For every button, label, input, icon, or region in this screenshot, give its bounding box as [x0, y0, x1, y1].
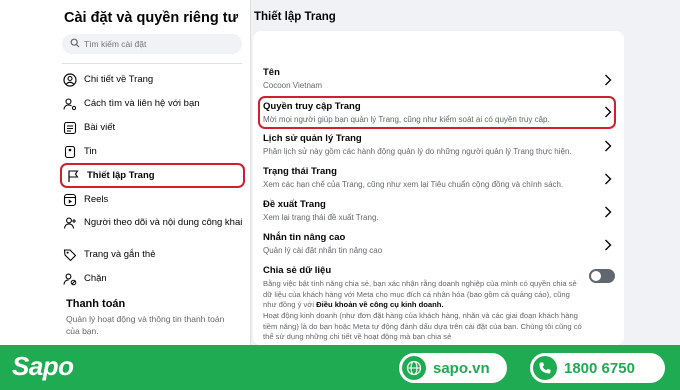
- payments-heading: Thanh toán: [66, 298, 126, 310]
- sidebar-item-label: Cách tìm và liên hệ với bạn: [84, 98, 200, 109]
- setting-title: Nhắn tin nâng cao: [263, 232, 346, 243]
- chevron-right-icon: [604, 172, 612, 190]
- setting-title: Quyền truy cập Trang: [263, 101, 361, 112]
- sidebar-item-page-setup[interactable]: Thiết lập Trang: [60, 163, 245, 188]
- data-sharing-toggle[interactable]: [589, 269, 615, 283]
- posts-icon: [62, 120, 78, 136]
- sidebar-item-followers[interactable]: Người theo dõi và nội dung công khai: [62, 215, 245, 231]
- setting-row-page-recommendation[interactable]: Đề xuất Trang Xem lại trạng thái đề xuất…: [263, 199, 618, 223]
- setting-description: Cocoon Vietnam: [263, 81, 322, 90]
- chevron-right-icon: [604, 238, 612, 256]
- sidebar-item-blocking[interactable]: Chặn: [62, 271, 245, 287]
- business-tools-terms-link[interactable]: Điều khoản về công cụ kinh doanh.: [316, 300, 443, 309]
- chevron-right-icon: [604, 205, 612, 223]
- sidebar-item-stories[interactable]: Tin: [62, 144, 245, 160]
- sidebar-item-label: Bài viết: [84, 122, 116, 133]
- website-text: sapo.vn: [433, 359, 490, 377]
- phone-icon: [533, 356, 557, 380]
- setting-row-page-status[interactable]: Trạng thái Trang Xem các hạn chế của Tra…: [263, 166, 618, 190]
- flag-icon: [65, 168, 81, 184]
- user-gear-icon: [62, 96, 78, 112]
- sidebar-item-label: Trang và gắn thẻ: [84, 249, 156, 260]
- sidebar-item-label: Tin: [84, 146, 97, 157]
- search-box[interactable]: [62, 34, 242, 54]
- chevron-right-icon: [604, 139, 612, 157]
- chevron-right-icon: [604, 105, 612, 123]
- sidebar-item-label: Người theo dõi và nội dung công khai: [84, 217, 243, 228]
- setting-description: Quản lý cài đặt nhắn tin nâng cao: [263, 246, 383, 255]
- sidebar-item-find-contact[interactable]: Cách tìm và liên hệ với bạn: [62, 96, 245, 112]
- setting-title: Đề xuất Trang: [263, 199, 326, 210]
- sidebar-item-reels[interactable]: Reels: [62, 192, 245, 208]
- stories-icon: [62, 144, 78, 160]
- block-user-icon: [62, 271, 78, 287]
- sidebar-title: Cài đặt và quyền riêng tư: [64, 10, 239, 26]
- setting-description: Xem lại trạng thái đề xuất Trang.: [263, 213, 379, 222]
- setting-title: Trạng thái Trang: [263, 166, 337, 177]
- tag-icon: [62, 247, 78, 263]
- payments-description: Quản lý hoạt động và thông tin thanh toá…: [66, 314, 225, 336]
- setting-row-advanced-messaging[interactable]: Nhắn tin nâng cao Quản lý cài đặt nhắn t…: [263, 232, 618, 256]
- toggle-knob: [591, 271, 601, 281]
- user-circle-icon: [62, 72, 78, 88]
- page-setup-card: Tên Cocoon Vietnam Quyền truy cập Trang …: [253, 31, 624, 345]
- sapo-logo: Sapo: [12, 351, 74, 381]
- setting-row-name[interactable]: Tên Cocoon Vietnam: [263, 67, 618, 91]
- search-icon: [70, 35, 80, 53]
- globe-icon: [402, 356, 426, 380]
- sidebar-item-label: Reels: [84, 194, 109, 205]
- reels-icon: [62, 192, 78, 208]
- setting-description: Mời mọi người giúp bạn quản lý Trang, cũ…: [263, 115, 550, 124]
- settings-sidebar: Cài đặt và quyền riêng tư Chi tiết về Tr…: [0, 0, 251, 345]
- sidebar-item-tagging[interactable]: Trang và gắn thẻ: [62, 247, 245, 263]
- data-sharing-description: Bằng việc bật tính năng chia sẻ, bạn xác…: [263, 279, 583, 311]
- setting-title: Lịch sử quản lý Trang: [263, 133, 362, 144]
- setting-title: Chia sẻ dữ liệu: [263, 265, 332, 276]
- chevron-right-icon: [604, 73, 612, 91]
- setting-row-page-access[interactable]: Quyền truy cập Trang Mời mọi người giúp …: [258, 96, 616, 129]
- setting-description: Xem các hạn chế của Trang, cũng như xem …: [263, 180, 564, 189]
- sidebar-item-label: Chi tiết về Trang: [84, 74, 154, 85]
- sidebar-item-page-details[interactable]: Chi tiết về Trang: [62, 72, 245, 88]
- setting-title: Tên: [263, 67, 280, 78]
- website-pill[interactable]: sapo.vn: [399, 353, 507, 383]
- hotline-text: 1800 6750: [564, 359, 635, 377]
- setting-row-management-history[interactable]: Lịch sử quản lý Trang Phân lịch sử này g…: [263, 133, 618, 157]
- sidebar-item-posts[interactable]: Bài viết: [62, 120, 245, 136]
- business-activity-description: Hoạt động kinh doanh (như đơn đặt hàng c…: [263, 311, 582, 341]
- sapo-banner: Sapo sapo.vn 1800 6750: [0, 345, 680, 390]
- setting-row-data-sharing: Chia sẻ dữ liệu: [263, 265, 618, 277]
- sidebar-item-label: Chặn: [84, 273, 107, 284]
- sidebar-divider: [62, 63, 242, 64]
- page-title: Thiết lập Trang: [254, 11, 336, 23]
- hotline-pill[interactable]: 1800 6750: [530, 353, 665, 383]
- search-input[interactable]: [84, 39, 234, 49]
- setting-description: Phân lịch sử này gồm các hành động quản …: [263, 147, 572, 156]
- sidebar-item-label: Thiết lập Trang: [87, 170, 155, 181]
- followers-icon: [62, 215, 78, 231]
